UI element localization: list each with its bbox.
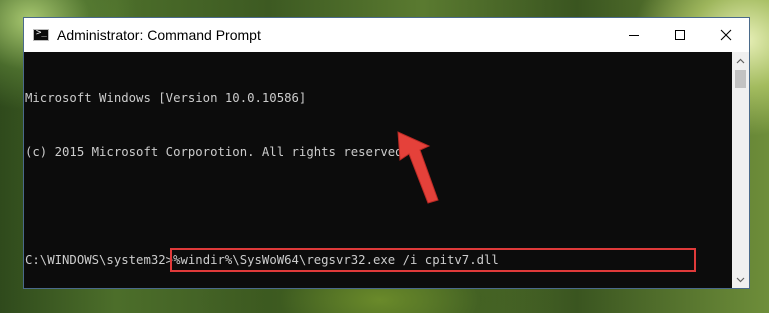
highlighted-command[interactable]: %windir%\SysWoW64\regsvr32.exe /i cpitv7… xyxy=(170,248,696,272)
scroll-up-button[interactable] xyxy=(732,52,749,69)
console-output[interactable]: Microsoft Windows [Version 10.0.10586] (… xyxy=(24,52,732,288)
window-title: Administrator: Command Prompt xyxy=(57,27,261,43)
maximize-button[interactable] xyxy=(657,18,703,52)
prompt-path: C:\WINDOWS\system32> xyxy=(25,253,174,267)
minimize-icon xyxy=(629,35,639,36)
close-icon xyxy=(720,29,732,41)
minimize-button[interactable] xyxy=(611,18,657,52)
close-button[interactable] xyxy=(703,18,749,52)
console-line: (c) 2015 Microsoft Corporotion. All righ… xyxy=(25,145,410,159)
chevron-up-icon xyxy=(736,58,745,63)
scrollbar-thumb[interactable] xyxy=(735,70,746,88)
command-prompt-window: >_ Administrator: Command Prompt Microso… xyxy=(23,17,750,289)
scroll-down-button[interactable] xyxy=(732,271,749,288)
console-line: Microsoft Windows [Version 10.0.10586] xyxy=(25,91,307,105)
window-controls xyxy=(611,18,749,52)
cmd-app-icon: >_ xyxy=(33,28,49,41)
maximize-icon xyxy=(675,30,685,40)
vertical-scrollbar[interactable] xyxy=(732,52,749,288)
title-bar[interactable]: >_ Administrator: Command Prompt xyxy=(24,18,749,52)
prompt-line: C:\WINDOWS\system32>%windir%\SysWoW64\re… xyxy=(25,248,732,272)
chevron-down-icon xyxy=(736,277,745,282)
